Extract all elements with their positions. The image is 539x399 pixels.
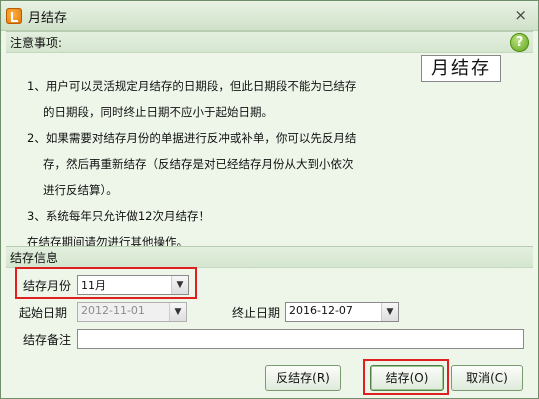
- notice-line: 2、如果需要对结存月份的单据进行反冲或补单，你可以先反月结: [27, 131, 357, 145]
- notice-line: 的日期段，同时终止日期不应小于起始日期。: [43, 105, 273, 119]
- start-date-label: 起始日期: [19, 306, 68, 320]
- info-section-header: 结存信息: [6, 246, 533, 268]
- chevron-down-icon: ▼: [169, 303, 186, 321]
- remark-input[interactable]: [77, 329, 524, 349]
- end-date-value: 2016-12-07: [289, 304, 353, 317]
- app-icon: [6, 8, 22, 24]
- remark-label: 结存备注: [23, 333, 72, 347]
- notice-line: 1、用户可以灵活规定月结存的日期段，但此日期段不能为已结存: [27, 79, 357, 93]
- help-icon[interactable]: ?: [510, 33, 529, 52]
- window-title: 月结存: [28, 11, 68, 26]
- settle-highlight-box: [363, 359, 449, 395]
- close-icon[interactable]: ×: [514, 6, 527, 24]
- start-date-value: 2012-11-01: [81, 304, 145, 317]
- title-bar: 月结存 ×: [1, 1, 538, 31]
- notice-header-label: 注意事项:: [10, 36, 63, 50]
- notice-line: 3、系统每年只允许做12次月结存！: [27, 209, 210, 223]
- info-header-label: 结存信息: [10, 251, 59, 265]
- end-date-label: 终止日期: [232, 306, 281, 320]
- start-date-picker: 2012-11-01 ▼: [77, 302, 187, 322]
- notice-line: 存，然后再重新结存（反结存是对已经结存月份从大到小依次: [43, 157, 354, 171]
- notice-text: 1、用户可以灵活规定月结存的日期段，但此日期段不能为已结存 的日期段，同时终止日…: [27, 73, 427, 255]
- notice-line: 进行反结算）。: [43, 183, 118, 197]
- reverse-settle-button[interactable]: 反结存(R): [265, 365, 341, 391]
- month-settlement-dialog: 月结存 × 注意事项: ? 月结存 1、用户可以灵活规定月结存的日期段，但此日期…: [0, 0, 539, 399]
- chevron-down-icon[interactable]: ▼: [381, 303, 398, 321]
- end-date-picker[interactable]: 2016-12-07 ▼: [285, 302, 399, 322]
- month-highlight-box: [15, 267, 197, 299]
- cancel-button[interactable]: 取消(C): [451, 365, 523, 391]
- notice-section-header: 注意事项: ?: [6, 31, 533, 53]
- month-settlement-logo: 月结存: [421, 55, 501, 82]
